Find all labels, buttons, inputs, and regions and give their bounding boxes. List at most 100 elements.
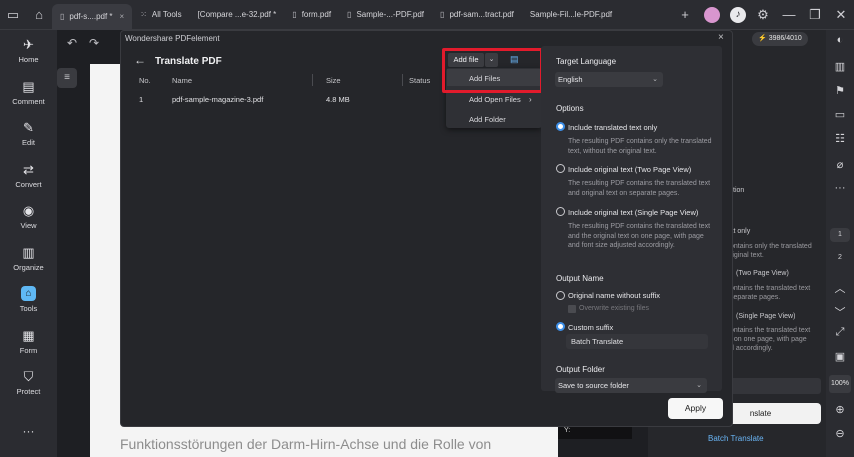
- tab-label: form.pdf: [301, 10, 332, 19]
- restore-icon[interactable]: ❐: [802, 0, 828, 30]
- comment-list-icon[interactable]: ▭: [826, 108, 854, 121]
- sidebar-item-comment[interactable]: ▤ Comment: [0, 72, 57, 114]
- tab-sample[interactable]: ▯ Sample-...-PDF.pdf: [339, 0, 432, 30]
- radio-label: Include translated text only: [568, 123, 658, 132]
- title-bar: ▭ ⌂ ▯ pdf-s....pdf * × ⁙ All Tools [Comp…: [0, 0, 854, 30]
- output-folder-select[interactable]: Save to source folder ⌄: [555, 378, 707, 393]
- zoom-level[interactable]: 100%: [829, 375, 851, 393]
- ai-assistant-icon[interactable]: ◐: [826, 34, 854, 46]
- tab-all-tools[interactable]: ⁙ All Tools: [132, 0, 189, 30]
- sidebar-toggle-icon[interactable]: ▭: [0, 0, 26, 30]
- lightning-icon: ⚡: [758, 35, 767, 42]
- radio-custom-suffix[interactable]: [556, 322, 565, 331]
- panel-option-label: (Two Page View): [736, 270, 789, 277]
- radio-label: Include original text (Single Page View): [568, 208, 699, 217]
- minimize-icon[interactable]: —: [776, 0, 802, 30]
- radio-label: Custom suffix: [568, 323, 614, 332]
- zoom-out-icon[interactable]: ⊖: [826, 427, 854, 440]
- zoom-in-icon[interactable]: ⊕: [826, 403, 854, 416]
- sidebar-item-home[interactable]: ✈ Home: [0, 30, 57, 72]
- checkbox-label: Overwrite existing files: [579, 305, 650, 312]
- menu-item-add-folder[interactable]: Add Folder: [469, 115, 506, 124]
- radio-two-page-view[interactable]: [556, 164, 565, 173]
- comment-icon: ▤: [22, 78, 35, 94]
- tab-active-document[interactable]: ▯ pdf-s....pdf * ×: [52, 3, 133, 30]
- panel-option-desc: separate pages.: [730, 294, 781, 301]
- radio-original-name[interactable]: [556, 291, 565, 300]
- dialog-app-name: Wondershare PDFelement: [125, 34, 220, 43]
- radio-single-page-view[interactable]: [556, 207, 565, 216]
- screenshot-icon[interactable]: ▣: [826, 350, 854, 363]
- notification-icon[interactable]: ♪: [730, 6, 746, 23]
- radio-translated-only[interactable]: [556, 122, 565, 131]
- sidebar-item-protect[interactable]: ⛉ Protect: [0, 362, 57, 404]
- panel-icon[interactable]: ▥: [826, 60, 854, 73]
- more-icon[interactable]: ···: [0, 424, 57, 438]
- document-icon: ▯: [292, 10, 297, 19]
- fit-page-icon[interactable]: ⤢: [826, 326, 854, 339]
- radio-description: The resulting PDF contains the translate…: [568, 223, 711, 249]
- redo-icon[interactable]: ↷: [89, 36, 99, 50]
- tools-icon: ⌂: [21, 286, 36, 302]
- back-arrow-icon[interactable]: ←: [134, 53, 146, 67]
- sidebar-item-form[interactable]: ▦ Form: [0, 321, 57, 363]
- document-text: Funktionsstörungen der Darm-Hirn-Achse u…: [120, 436, 492, 452]
- column-divider: [402, 74, 403, 86]
- close-tab-icon[interactable]: ×: [120, 12, 125, 21]
- tab-sample-file[interactable]: Sample-Fil...le-PDF.pdf: [522, 0, 620, 30]
- output-name-heading: Output Name: [556, 274, 604, 283]
- page-thumb-1[interactable]: 1: [830, 228, 850, 242]
- sidebar-item-convert[interactable]: ⇄ Convert: [0, 155, 57, 197]
- sidebar-item-edit[interactable]: ✎ Edit: [0, 113, 57, 155]
- apply-button[interactable]: Apply: [668, 398, 723, 419]
- organize-icon: ▥: [22, 244, 35, 260]
- table-row-name[interactable]: pdf-sample-magazine-3.pdf: [172, 95, 263, 104]
- home-icon[interactable]: ⌂: [26, 0, 52, 30]
- column-header-status: Status: [409, 76, 431, 85]
- panel-option-desc: d accordingly.: [730, 345, 773, 352]
- options-heading: Options: [556, 104, 584, 113]
- panel-option-label: xt only: [730, 228, 751, 235]
- column-header-name: Name: [172, 76, 193, 85]
- tab-label: Sample-...-PDF.pdf: [356, 10, 425, 19]
- credits-value: 3986/4010: [768, 35, 802, 42]
- page-thumb-2[interactable]: 2: [830, 254, 850, 261]
- chevron-down-icon[interactable]: ﹀: [826, 304, 854, 320]
- sidebar-item-organize[interactable]: ▥ Organize: [0, 238, 57, 280]
- convert-icon: ⇄: [23, 161, 34, 177]
- properties-icon[interactable]: ☷: [826, 132, 854, 145]
- suffix-input[interactable]: Batch Translate: [566, 334, 708, 349]
- target-language-select[interactable]: English ⌄: [555, 72, 663, 87]
- filter-icon[interactable]: ≡: [57, 68, 77, 88]
- panel-option-desc: ontains the translated text: [730, 327, 811, 334]
- close-icon[interactable]: ✕: [828, 0, 854, 30]
- table-row-size: 4.8 MB: [326, 95, 350, 104]
- tab-compare[interactable]: [Compare ...e-32.pdf *: [190, 0, 285, 30]
- batch-translate-link[interactable]: Batch Translate: [708, 434, 764, 443]
- close-icon[interactable]: ×: [718, 32, 724, 43]
- attachment-icon[interactable]: ⌀: [826, 158, 854, 171]
- sidebar-item-label: Home: [18, 55, 39, 65]
- undo-icon[interactable]: ↶: [67, 36, 77, 50]
- more-icon[interactable]: ···: [826, 182, 854, 194]
- submenu-arrow-icon: ›: [529, 95, 532, 104]
- sidebar-item-label: Convert: [15, 179, 42, 189]
- sidebar-item-label: Organize: [13, 262, 44, 272]
- overwrite-checkbox[interactable]: [568, 305, 576, 313]
- sidebar-item-view[interactable]: ◉ View: [0, 196, 57, 238]
- tab-extract[interactable]: ▯ pdf-sam...tract.pdf: [432, 0, 522, 30]
- menu-item-add-open-files[interactable]: Add Open Files: [469, 95, 521, 104]
- radio-label: Original name without suffix: [568, 291, 660, 300]
- avatar[interactable]: [704, 6, 720, 23]
- radio-label: Include original text (Two Page View): [568, 165, 692, 174]
- chevron-up-icon[interactable]: ︿: [826, 280, 854, 296]
- add-tab-icon[interactable]: +: [672, 0, 698, 30]
- shield-icon: ⛉: [23, 369, 34, 385]
- bookmark-icon[interactable]: ⚑: [826, 84, 854, 97]
- gear-icon[interactable]: ⚙: [750, 0, 776, 30]
- output-folder-heading: Output Folder: [556, 365, 605, 374]
- tab-form[interactable]: ▯ form.pdf: [284, 0, 339, 30]
- chevron-down-icon: ⌄: [696, 382, 702, 389]
- panel-option-desc: ontains only the translated: [730, 243, 812, 250]
- sidebar-item-tools[interactable]: ⌂ Tools: [0, 279, 57, 321]
